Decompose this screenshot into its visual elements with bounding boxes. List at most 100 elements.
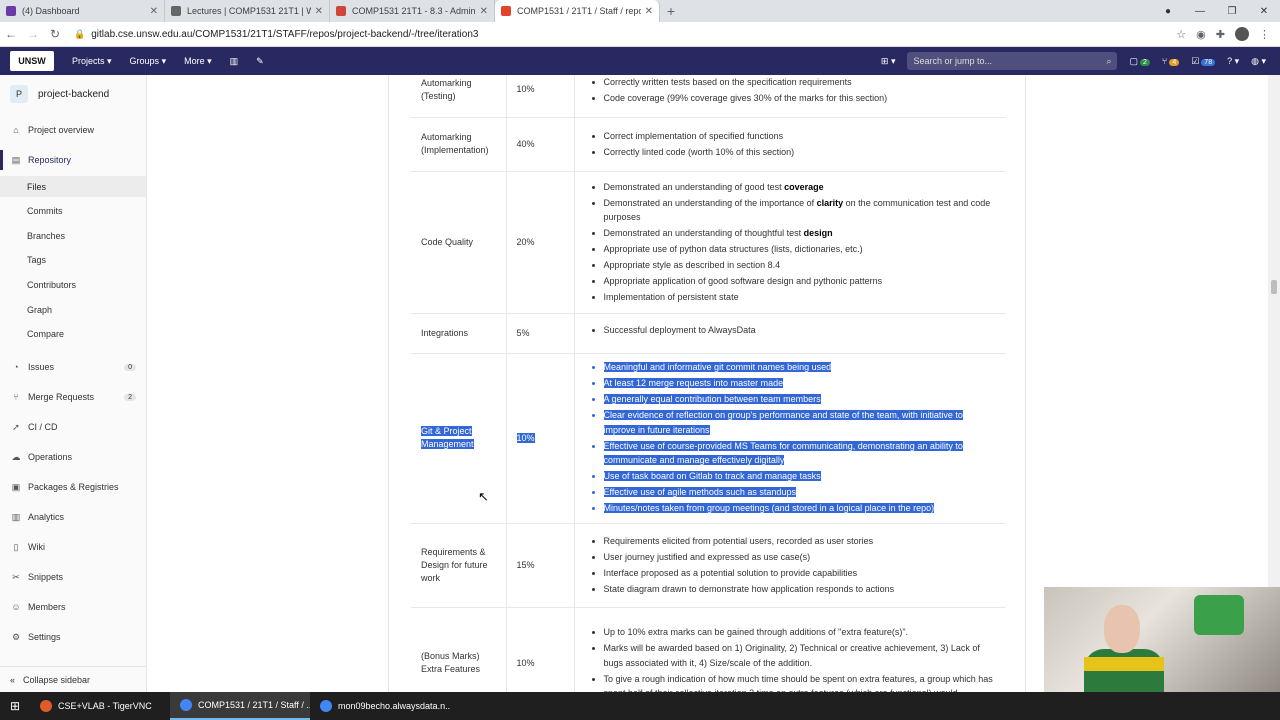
sidebar-item-issues[interactable]: ◔ Issues 0: [0, 357, 146, 377]
url-field[interactable]: 🔒 gitlab.cse.unsw.edu.au/COMP1531/21T1/ST…: [74, 29, 1176, 40]
criteria-details: Requirements elicited from potential use…: [574, 523, 1006, 608]
selected-text: A generally equal contribution between t…: [603, 394, 821, 405]
sidebar-item-members[interactable]: ☺ Members: [0, 597, 146, 617]
sidebar-item-files[interactable]: Files: [0, 176, 146, 197]
kebab-menu-icon[interactable]: ⋮: [1259, 28, 1270, 41]
admin-wrench-icon[interactable]: ✎: [256, 56, 264, 67]
windows-start-icon[interactable]: ⊞: [0, 699, 30, 713]
issues-count-icon[interactable]: ▢ 2: [1129, 56, 1150, 67]
todos-count-icon[interactable]: ☑ 78: [1191, 56, 1216, 67]
profile-avatar[interactable]: [1235, 27, 1249, 41]
sidebar-item-project-overview[interactable]: ⌂ Project overview: [0, 120, 146, 140]
marking-criteria-table: Automarking (Testing) 10% Correctly writ…: [411, 75, 1006, 692]
criteria-weight: 15%: [506, 523, 575, 608]
close-icon[interactable]: ✕: [480, 6, 488, 17]
puzzle-icon[interactable]: ✚: [1216, 28, 1225, 41]
reload-icon[interactable]: ↻: [44, 27, 66, 41]
sidebar-item-contributors[interactable]: Contributors: [0, 275, 146, 295]
package-icon: ▣: [11, 481, 21, 492]
new-plus-icon[interactable]: ⊞ ▾: [881, 56, 896, 67]
book-icon: ▯: [13, 541, 19, 552]
sidebar-item-wiki[interactable]: ▯ Wiki: [0, 537, 146, 557]
activity-chart-icon[interactable]: ▥: [230, 56, 239, 67]
table-row: (Bonus Marks) Extra Features 10% Up to 1…: [411, 607, 1006, 692]
sidebar-item-packages[interactable]: ▣ Packages & Registries: [0, 477, 146, 497]
taskbar-item-active[interactable]: COMP1531 / 21T1 / Staff / ...: [170, 692, 310, 720]
extension-icon[interactable]: ◉: [1196, 28, 1206, 41]
sidebar-item-branches[interactable]: Branches: [0, 226, 146, 246]
bookmark-star-icon[interactable]: ☆: [1176, 28, 1186, 41]
sidebar-item-ci-cd[interactable]: ➚ CI / CD: [0, 417, 146, 437]
close-icon[interactable]: ✕: [150, 6, 158, 17]
close-icon[interactable]: ✕: [645, 6, 653, 17]
scrollbar-thumb[interactable]: [1271, 280, 1277, 294]
criteria-name: Integrations: [411, 313, 507, 354]
sidebar-label: Repository: [28, 155, 72, 165]
close-icon[interactable]: ✕: [315, 6, 323, 17]
list-item: Correct implementation of specified func…: [604, 129, 997, 144]
table-row: Integrations 5% Successful deployment to…: [411, 313, 1006, 354]
list-item: Minutes/notes taken from group meetings …: [603, 501, 997, 516]
sidebar-label: Tags: [27, 255, 47, 265]
nav-more[interactable]: More ▾: [184, 56, 212, 67]
repo-icon: ▤: [11, 154, 21, 165]
scissors-icon: ✂: [12, 571, 20, 582]
restore-icon[interactable]: ❐: [1216, 6, 1248, 17]
gitlab-navbar: UNSW Projects ▾ Groups ▾ More ▾ ▥ ✎ ⊞ ▾ …: [0, 47, 1280, 75]
unsw-logo[interactable]: UNSW: [10, 51, 54, 71]
sidebar-item-merge-requests[interactable]: ⑂ Merge Requests 2: [0, 387, 146, 407]
sidebar-item-snippets[interactable]: ✂ Snippets: [0, 567, 146, 587]
list-item: To give a rough indication of how much t…: [604, 672, 997, 692]
chrome-icon: [180, 699, 192, 711]
sidebar-label: Contributors: [27, 280, 77, 290]
new-tab-button[interactable]: +: [660, 0, 682, 22]
taskbar-item[interactable]: mon09becho.alwaysdata.n...: [310, 692, 450, 720]
browser-tab[interactable]: (4) Dashboard ✕: [0, 0, 165, 22]
sidebar-item-graph[interactable]: Graph: [0, 300, 146, 320]
criteria-weight: 40%: [506, 117, 575, 172]
selected-text: 10%: [516, 432, 535, 443]
tab-favicon-icon: [171, 6, 181, 16]
help-icon[interactable]: ? ▾: [1227, 56, 1239, 67]
nav-groups[interactable]: Groups ▾: [130, 56, 167, 67]
url-text: gitlab.cse.unsw.edu.au/COMP1531/21T1/STA…: [91, 28, 479, 40]
project-header[interactable]: Pproject-backend: [0, 75, 146, 113]
search-placeholder: Search or jump to...: [913, 56, 993, 66]
list-item: Effective use of course-provided MS Team…: [603, 439, 997, 468]
browser-tab[interactable]: Lectures | COMP1531 21T1 | Web ✕: [165, 0, 330, 22]
sidebar-item-compare[interactable]: Compare: [0, 324, 146, 344]
chart-icon: ▥: [11, 511, 21, 522]
sidebar-item-repository[interactable]: ▤ Repository: [0, 150, 146, 170]
gitlab-favicon-icon: [501, 6, 511, 16]
project-name: project-backend: [38, 88, 110, 100]
sidebar-item-commits[interactable]: Commits: [0, 201, 146, 221]
nav-projects[interactable]: Projects ▾: [72, 56, 112, 67]
profile-menu-icon[interactable]: ●: [1152, 6, 1184, 17]
browser-tab[interactable]: COMP1531 21T1 - 8.3 - Admin - ✕: [330, 0, 495, 22]
selected-text: Meaningful and informative git commit na…: [603, 362, 832, 373]
back-icon[interactable]: ←: [0, 27, 22, 41]
taskbar-item[interactable]: CSE+VLAB - TigerVNC: [30, 692, 170, 720]
user-avatar[interactable]: ◍ ▾: [1251, 56, 1266, 67]
criteria-weight: 20%: [506, 171, 575, 314]
criteria-details: Up to 10% extra marks can be gained thro…: [574, 607, 1006, 692]
collapse-sidebar-button[interactable]: « Collapse sidebar: [0, 666, 146, 692]
merge-requests-count-icon[interactable]: ⑂ 4: [1162, 56, 1180, 66]
sidebar-label: CI / CD: [28, 422, 58, 432]
tab-title: Lectures | COMP1531 21T1 | Web: [187, 6, 311, 16]
sidebar-label: Commits: [27, 206, 63, 216]
criteria-weight: 10%: [506, 75, 575, 118]
minimize-icon[interactable]: —: [1184, 6, 1216, 17]
sidebar-label: Branches: [27, 231, 66, 241]
criteria-details: Meaningful and informative git commit na…: [574, 353, 1006, 524]
list-item: User journey justified and expressed as …: [604, 550, 997, 565]
close-window-icon[interactable]: ✕: [1248, 6, 1280, 17]
sidebar-item-tags[interactable]: Tags: [0, 250, 146, 270]
rocket-icon: ➚: [12, 421, 20, 432]
forward-icon[interactable]: →: [22, 27, 44, 41]
sidebar-item-operations[interactable]: ☁ Operations: [0, 447, 146, 467]
search-input[interactable]: Search or jump to... ⌕: [907, 52, 1118, 70]
sidebar-item-analytics[interactable]: ▥ Analytics: [0, 507, 146, 527]
browser-tab-active[interactable]: COMP1531 / 21T1 / Staff / repos ✕: [495, 0, 660, 22]
sidebar-item-settings[interactable]: ⚙ Settings: [0, 627, 146, 647]
